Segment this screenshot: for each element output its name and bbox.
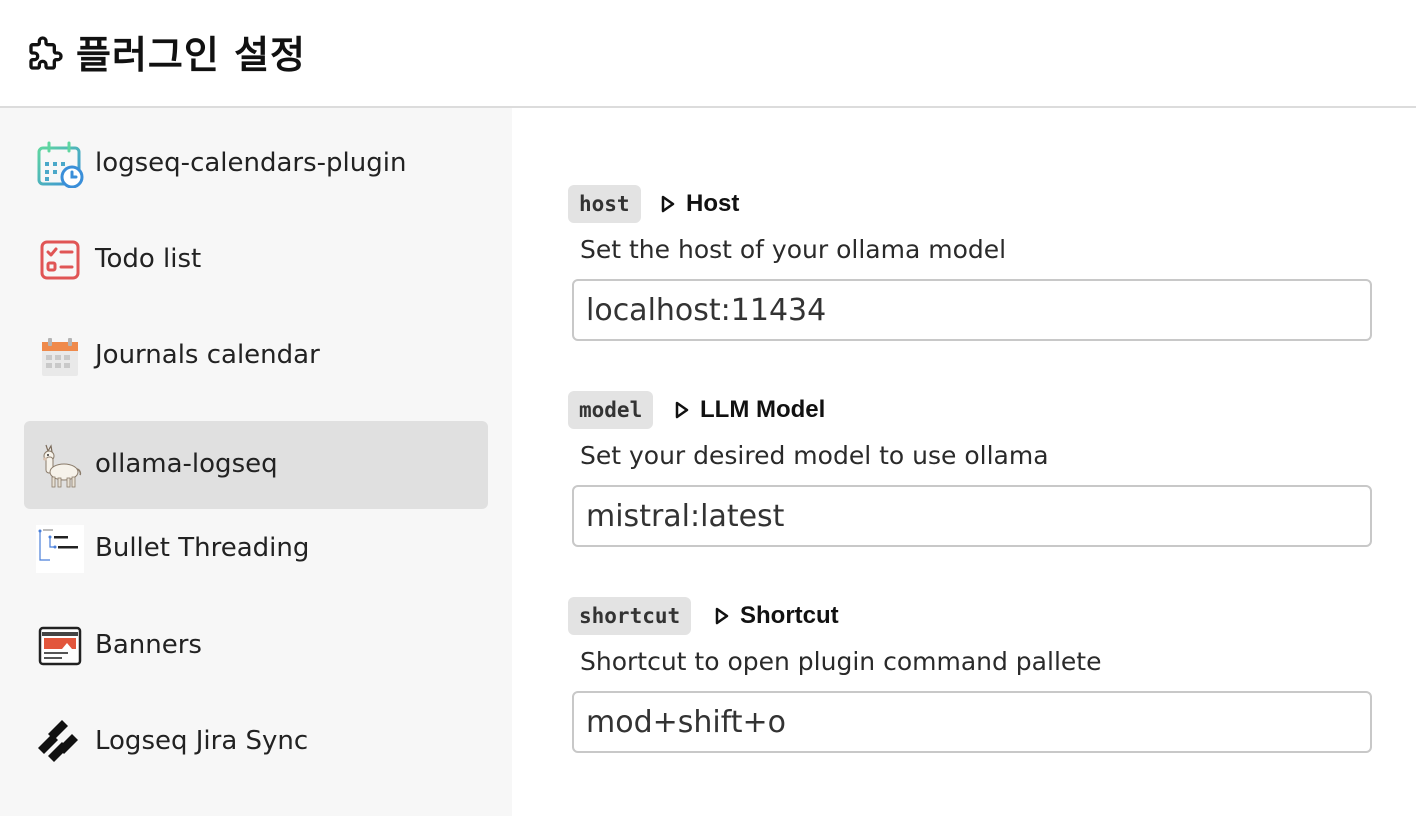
sidebar-item-label: Banners bbox=[95, 630, 202, 660]
caret-right-icon bbox=[715, 607, 729, 625]
sidebar-item-logseq-calendars-plugin[interactable]: logseq-calendars-plugin bbox=[24, 120, 488, 208]
setting-key-badge: host bbox=[568, 185, 641, 223]
sidebar-item-logseq-jira-sync[interactable]: Logseq Jira Sync bbox=[24, 698, 488, 786]
puzzle-icon bbox=[29, 36, 63, 70]
setting-description: Shortcut to open plugin command pallete bbox=[580, 647, 1102, 676]
calendar-clock-icon bbox=[37, 141, 84, 188]
bullet-threading-icon bbox=[36, 525, 84, 573]
sidebar-item-label: ollama-logseq bbox=[95, 449, 278, 479]
setting-description: Set your desired model to use ollama bbox=[580, 441, 1049, 470]
shortcut-input[interactable] bbox=[572, 691, 1372, 753]
settings-header: 플러그인 설정 bbox=[0, 0, 1416, 108]
sidebar-item-label: Todo list bbox=[95, 244, 202, 274]
setting-title-row[interactable]: Host bbox=[660, 185, 739, 223]
sidebar-item-label: Logseq Jira Sync bbox=[95, 726, 309, 756]
banner-icon bbox=[38, 626, 82, 666]
sidebar-item-journals-calendar[interactable]: Journals calendar bbox=[24, 312, 488, 400]
settings-panel: host Host Set the host of your ollama mo… bbox=[512, 108, 1416, 816]
setting-title-row[interactable]: Shortcut bbox=[714, 597, 839, 635]
setting-description: Set the host of your ollama model bbox=[580, 235, 1007, 264]
sidebar-item-label: logseq-calendars-plugin bbox=[95, 148, 407, 178]
setting-title: Shortcut bbox=[740, 602, 839, 629]
llama-icon bbox=[43, 444, 82, 488]
setting-title-row[interactable]: LLM Model bbox=[674, 391, 825, 429]
sidebar-item-bullet-threading[interactable]: Bullet Threading bbox=[24, 505, 488, 593]
model-input[interactable] bbox=[572, 485, 1372, 547]
checklist-icon bbox=[40, 240, 80, 280]
jira-icon bbox=[38, 720, 78, 762]
setting-title: LLM Model bbox=[700, 396, 826, 423]
setting-key-badge: model bbox=[568, 391, 654, 429]
caret-right-icon bbox=[661, 195, 675, 213]
setting-title: Host bbox=[686, 190, 740, 217]
plugin-sidebar: logseq-calendars-plugin Todo list Journa… bbox=[0, 108, 512, 816]
sidebar-item-label: Bullet Threading bbox=[95, 533, 310, 563]
page-title: 플러그인 설정 bbox=[76, 33, 306, 77]
sidebar-item-ollama-logseq[interactable]: ollama-logseq bbox=[24, 421, 488, 509]
calendar-icon bbox=[42, 338, 78, 376]
host-input[interactable] bbox=[572, 279, 1372, 341]
sidebar-item-todo-list[interactable]: Todo list bbox=[24, 216, 488, 304]
caret-right-icon bbox=[675, 401, 689, 419]
setting-key-badge: shortcut bbox=[568, 597, 692, 635]
sidebar-item-banners[interactable]: Banners bbox=[24, 602, 488, 690]
sidebar-item-label: Journals calendar bbox=[95, 340, 320, 370]
